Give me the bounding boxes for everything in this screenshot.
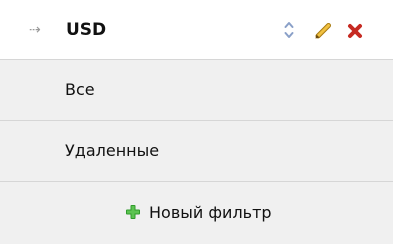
filter-item-deleted[interactable]: Удаленные [0, 121, 393, 182]
filter-panel: ⇢ USD Все Удаленные Новый фильтр [0, 0, 393, 244]
pencil-icon[interactable] [314, 22, 332, 44]
active-filter-row[interactable]: ⇢ USD [0, 0, 393, 60]
filter-item-label: Удаленные [65, 141, 160, 160]
sort-updown-icon[interactable] [284, 21, 294, 43]
filter-item-all[interactable]: Все [0, 60, 393, 121]
filter-item-label: Все [65, 80, 95, 99]
new-filter-label: Новый фильтр [149, 203, 272, 222]
active-filter-label: USD [66, 20, 107, 40]
close-x-icon[interactable] [347, 23, 363, 43]
new-filter-button[interactable]: Новый фильтр [0, 182, 393, 244]
arrow-icon: ⇢ [29, 22, 41, 38]
plus-icon [125, 204, 141, 224]
